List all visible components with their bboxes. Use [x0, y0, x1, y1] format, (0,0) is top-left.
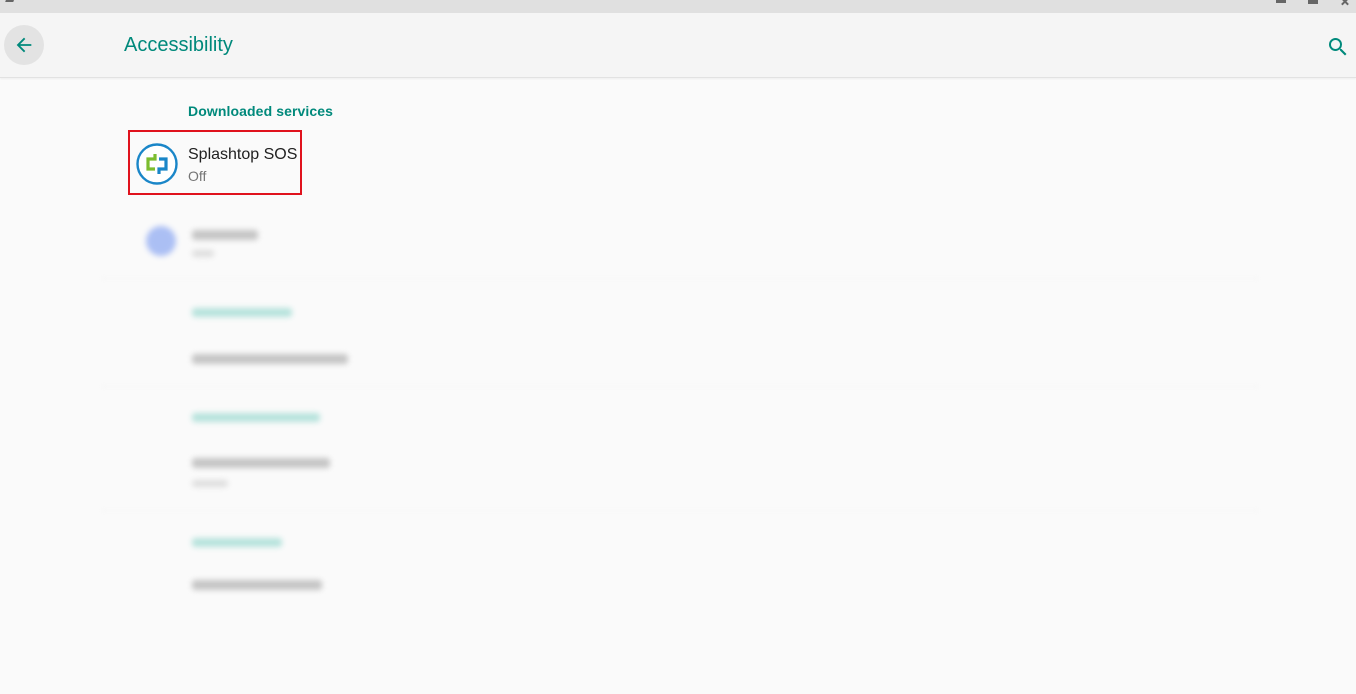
- divider: [100, 510, 1260, 511]
- section-header-downloaded-services: Downloaded services: [188, 103, 334, 119]
- obscured-section-header: [192, 538, 282, 547]
- obscured-section-header: [192, 308, 292, 317]
- obscured-text: [192, 580, 322, 590]
- settings-content: Downloaded services Splashtop SOS Off: [0, 78, 1356, 694]
- divider: [100, 386, 1260, 387]
- obscured-text: [192, 230, 258, 240]
- window-minimize-button[interactable]: [1276, 0, 1286, 3]
- window-title-strip: [0, 0, 1356, 13]
- service-item-splashtop-sos[interactable]: Splashtop SOS Off: [128, 130, 302, 195]
- obscured-text: [192, 250, 214, 257]
- arrow-back-icon: [16, 37, 32, 53]
- window-maximize-button[interactable]: [1308, 0, 1318, 4]
- window-close-button[interactable]: [1340, 0, 1350, 4]
- obscured-text: [192, 480, 228, 487]
- obscured-settings-region: [100, 208, 1260, 594]
- obscured-text: [192, 458, 330, 468]
- app-bar: Accessibility: [0, 13, 1356, 78]
- search-icon: [1329, 38, 1347, 56]
- page-title: Accessibility: [124, 34, 233, 56]
- obscured-section-header: [192, 413, 320, 422]
- divider: [100, 278, 1260, 279]
- service-title: Splashtop SOS: [188, 146, 298, 163]
- splashtop-sos-icon: [136, 143, 178, 185]
- service-summary: Off: [188, 168, 207, 184]
- back-button[interactable]: [4, 25, 44, 65]
- obscured-text: [192, 354, 348, 364]
- search-button[interactable]: [1324, 33, 1352, 61]
- obscured-app-icon: [146, 226, 176, 256]
- window-back-control[interactable]: [5, 0, 15, 2]
